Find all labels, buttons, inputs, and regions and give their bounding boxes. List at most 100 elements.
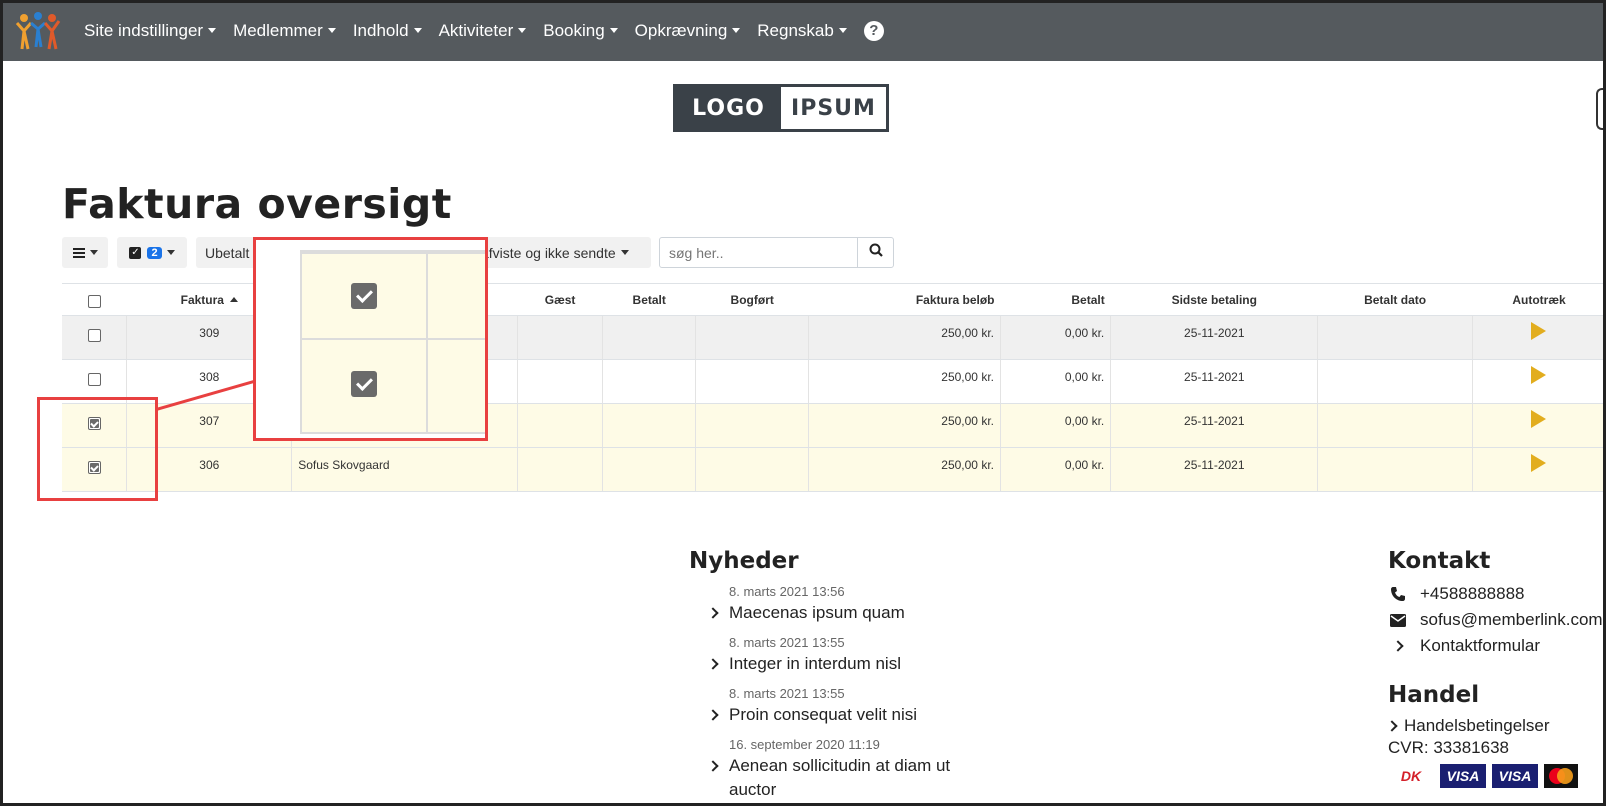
- visa-electron-logo: VISA: [1492, 764, 1538, 788]
- nav-regnskab[interactable]: Regnskab: [757, 21, 847, 41]
- phone-icon: [1388, 586, 1408, 602]
- mastercard-logo: [1544, 764, 1578, 788]
- cell-belob: 250,00 kr.: [808, 447, 1001, 492]
- row-checkbox[interactable]: [87, 373, 101, 386]
- highlight-selected-checkboxes: [37, 397, 158, 501]
- payment-cards: DK VISA VISA: [1388, 764, 1606, 788]
- col-betalt-belob[interactable]: Betalt: [1000, 283, 1111, 316]
- chevron-right-icon: [707, 658, 719, 670]
- logo-part-1: LOGO: [676, 87, 781, 129]
- search-input[interactable]: [660, 238, 857, 267]
- cell-gaest: [517, 447, 604, 492]
- cell-bogfort: [695, 315, 810, 360]
- cell-betalt-dato: [1317, 359, 1473, 404]
- site-logo[interactable]: LOGO IPSUM: [673, 84, 889, 132]
- club-logo-icon[interactable]: [14, 11, 62, 51]
- contact-phone[interactable]: +4588888888: [1388, 584, 1606, 604]
- zoom-checkbox-checked-icon: [351, 371, 377, 397]
- news-item-title: Maecenas ipsum quam: [729, 603, 905, 622]
- contact-form-link[interactable]: Kontaktformular: [1388, 636, 1606, 656]
- chevron-right-icon: [707, 607, 719, 619]
- status-filter-label: Ubetalt: [205, 244, 250, 261]
- nav-opkraevning[interactable]: Opkrævning: [635, 21, 741, 41]
- envelope-icon: [1388, 613, 1408, 627]
- terms-link-text: Handelsbetingelser: [1404, 716, 1550, 735]
- cell-betalt: [602, 315, 697, 360]
- status-filter-2-button[interactable]: afviste og ikke sendte: [476, 237, 651, 268]
- cell-belob: 250,00 kr.: [808, 315, 1001, 360]
- bulk-select-button[interactable]: ✓ 2: [117, 237, 187, 268]
- zoom-grid: [300, 250, 485, 434]
- caret-down-icon: [166, 250, 175, 255]
- nav-indhold[interactable]: Indhold: [353, 21, 422, 41]
- play-icon[interactable]: [1530, 322, 1546, 340]
- zoom-cell: [426, 338, 485, 434]
- cell-betalt-dato: [1317, 403, 1473, 448]
- contact-title: Kontakt: [1388, 548, 1491, 574]
- caret-down-icon: [518, 28, 527, 33]
- cell-sidste-betaling: 25-11-2021: [1110, 403, 1319, 448]
- col-betalt-dato[interactable]: Betalt dato: [1317, 283, 1473, 316]
- zoom-checkbox-checked-icon: [351, 283, 377, 309]
- col-sidste-betaling[interactable]: Sidste betaling: [1110, 283, 1318, 316]
- contact-phone-text: +4588888888: [1420, 584, 1525, 603]
- play-icon[interactable]: [1530, 366, 1546, 384]
- row-checkbox[interactable]: [87, 329, 101, 342]
- cell-sidste-betaling: 25-11-2021: [1110, 447, 1319, 492]
- news-item[interactable]: Maecenas ipsum quam: [707, 601, 969, 625]
- col-betalt[interactable]: Betalt: [602, 283, 696, 316]
- visa-logo: VISA: [1440, 764, 1486, 788]
- caret-down-icon: [620, 250, 629, 255]
- logo-part-2: IPSUM: [791, 95, 876, 121]
- cell-autotraek: [1472, 403, 1606, 448]
- cell-betalt-belob: 0,00 kr.: [1000, 403, 1112, 448]
- cell-autotraek: [1472, 315, 1606, 360]
- contact-email[interactable]: sofus@memberlink.com: [1388, 610, 1606, 630]
- news-item[interactable]: Proin consequat velit nisi: [707, 703, 969, 727]
- nav-label: Regnskab: [757, 20, 834, 40]
- cell-navn: Sofus Skovgaard: [291, 447, 518, 492]
- select-all-cell: [62, 283, 127, 316]
- news-item[interactable]: Aenean sollicitudin at diam ut auctor: [707, 754, 969, 802]
- cell-betalt: [602, 447, 697, 492]
- help-icon[interactable]: ?: [863, 20, 884, 41]
- cell-belob: 250,00 kr.: [808, 403, 1001, 448]
- side-tab-handle[interactable]: [1596, 88, 1606, 130]
- chevron-right-icon: [707, 709, 719, 721]
- cell-autotraek: [1472, 447, 1606, 492]
- play-icon[interactable]: [1530, 454, 1546, 472]
- table-row[interactable]: 306 Sofus Skovgaard 250,00 kr. 0,00 kr. …: [62, 447, 1606, 492]
- hamburger-icon: [72, 245, 85, 261]
- col-faktura-belob[interactable]: Faktura beløb: [808, 283, 1001, 316]
- caret-down-icon: [732, 28, 741, 33]
- handel-title: Handel: [1388, 682, 1480, 708]
- cell-betalt-belob: 0,00 kr.: [1000, 447, 1112, 492]
- cell-gaest: [517, 315, 604, 360]
- caret-down-icon: [609, 28, 618, 33]
- col-bogfort[interactable]: Bogført: [695, 283, 809, 316]
- search-button[interactable]: [857, 238, 893, 267]
- selected-count-badge: 2: [147, 246, 162, 259]
- news-item[interactable]: Integer in interdum nisl: [707, 652, 969, 676]
- cell-betalt-belob: 0,00 kr.: [1000, 315, 1112, 360]
- col-autotraek[interactable]: Autotræk: [1472, 283, 1606, 316]
- terms-link[interactable]: Handelsbetingelser: [1386, 716, 1606, 736]
- select-all-checkbox[interactable]: [87, 294, 101, 308]
- col-gaest[interactable]: Gæst: [517, 283, 603, 316]
- play-icon[interactable]: [1530, 410, 1546, 428]
- nav-medlemmer[interactable]: Medlemmer: [233, 21, 336, 41]
- columns-menu-button[interactable]: [62, 237, 108, 268]
- zoom-cell: [426, 252, 485, 340]
- cell-bogfort: [695, 403, 810, 448]
- nav-aktiviteter[interactable]: Aktiviteter: [439, 21, 527, 41]
- cvr-text: CVR: 33381638: [1388, 738, 1509, 757]
- nav-label: Aktiviteter: [438, 20, 514, 40]
- cell-gaest: [517, 403, 604, 448]
- nav-booking[interactable]: Booking: [543, 21, 618, 41]
- page-title: Faktura oversigt: [62, 180, 452, 228]
- row-select-cell: [62, 315, 128, 360]
- nav-site-indstillinger[interactable]: Site indstillinger: [84, 21, 217, 41]
- caret-down-icon: [208, 28, 217, 33]
- chevron-right-icon: [1388, 640, 1408, 652]
- search-icon: [869, 243, 883, 262]
